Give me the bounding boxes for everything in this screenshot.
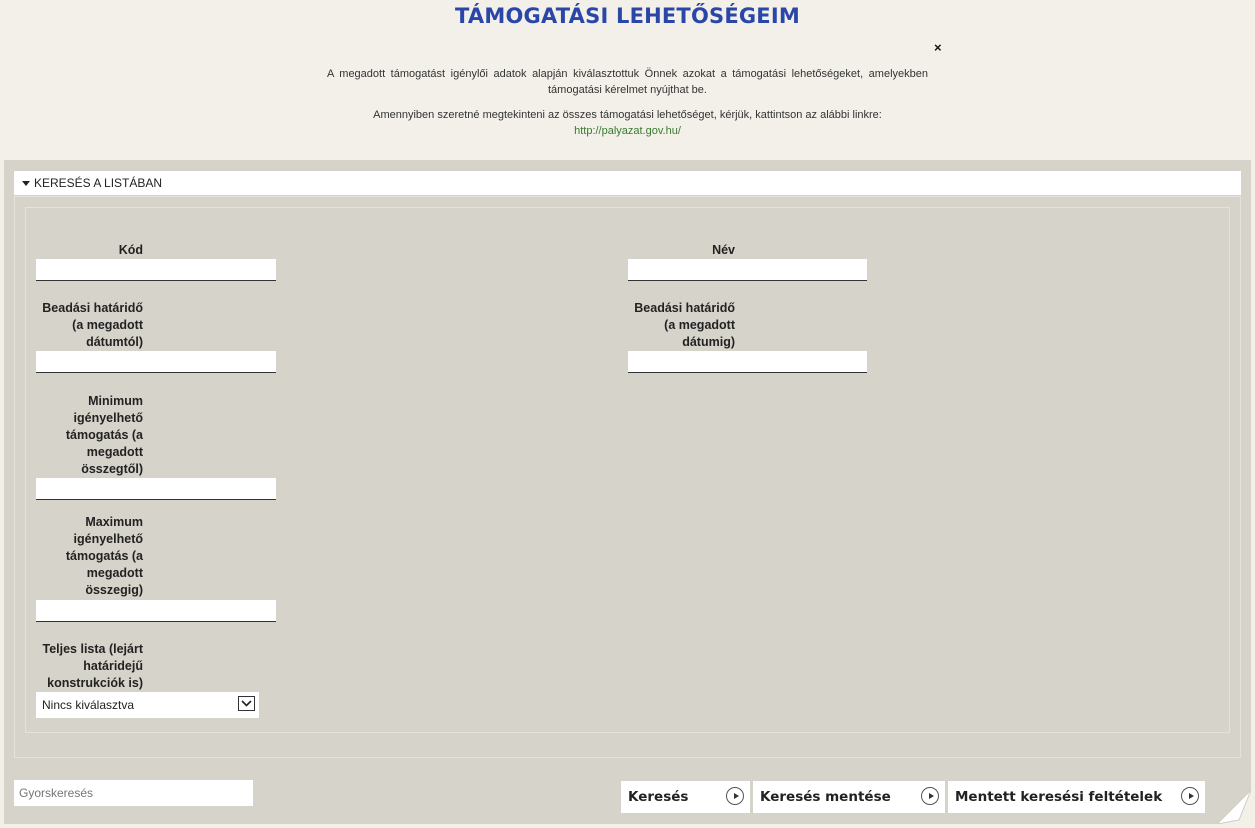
close-icon[interactable]: × <box>934 41 942 55</box>
kod-label: Kód <box>118 243 143 257</box>
nev-label: Név <box>712 243 735 257</box>
palyazat-link[interactable]: http://palyazat.gov.hu/ <box>574 125 681 137</box>
teljes-lista-label: Teljes lista (lejárt határidejű konstruk… <box>42 642 143 690</box>
intro-paragraph-2: Amennyiben szeretné megtekinteni az össz… <box>327 108 928 139</box>
max-tamogatas-input[interactable] <box>36 600 276 622</box>
teljes-lista-selected: Nincs kiválasztva <box>42 698 135 712</box>
play-arrow-icon <box>921 787 939 805</box>
quick-search-input[interactable] <box>14 780 253 806</box>
play-arrow-icon <box>726 787 744 805</box>
saved-criteria-button-label: Mentett keresési feltételek <box>955 789 1163 805</box>
search-section-title: KERESÉS A LISTÁBAN <box>34 176 163 190</box>
page-title: TÁMOGATÁSI LEHETŐSÉGEIM <box>455 4 800 28</box>
play-arrow-icon <box>1181 787 1199 805</box>
search-form: Kód Név Beadási határidő (a megadott dát… <box>25 207 1230 733</box>
search-panel: KERESÉS A LISTÁBAN Kód Név Beadási határ… <box>4 160 1251 824</box>
min-tamogatas-label: Minimum igényelhető támogatás (a megadot… <box>65 394 143 476</box>
save-search-button[interactable]: Keresés mentése <box>753 781 945 813</box>
beadasi-tol-input[interactable] <box>36 351 276 373</box>
chevron-down-icon[interactable] <box>238 696 255 711</box>
nev-input[interactable] <box>628 259 867 281</box>
beadasi-ig-input[interactable] <box>628 351 867 373</box>
search-button[interactable]: Keresés <box>621 781 750 813</box>
intro-text: A megadott támogatást igénylői adatok al… <box>327 67 928 149</box>
min-tamogatas-input[interactable] <box>36 478 276 500</box>
saved-criteria-button[interactable]: Mentett keresési feltételek <box>948 781 1205 813</box>
beadasi-tol-label: Beadási határidő (a megadott dátumtól) <box>42 301 143 349</box>
kod-input[interactable] <box>36 259 276 281</box>
search-section-toggle[interactable]: KERESÉS A LISTÁBAN <box>14 171 1241 195</box>
save-search-button-label: Keresés mentése <box>760 789 891 805</box>
intro-paragraph-1: A megadott támogatást igénylői adatok al… <box>327 68 928 96</box>
intro-paragraph-2-text: Amennyiben szeretné megtekinteni az össz… <box>373 109 882 121</box>
teljes-lista-select[interactable]: Nincs kiválasztva <box>36 692 259 718</box>
caret-down-icon <box>22 180 30 186</box>
search-button-label: Keresés <box>628 789 689 805</box>
max-tamogatas-label: Maximum igényelhető támogatás (a megadot… <box>65 515 143 597</box>
search-form-outer: Kód Név Beadási határidő (a megadott dát… <box>14 196 1241 758</box>
beadasi-ig-label: Beadási határidő (a megadott dátumig) <box>634 301 735 349</box>
page-curl-icon <box>1217 790 1251 824</box>
